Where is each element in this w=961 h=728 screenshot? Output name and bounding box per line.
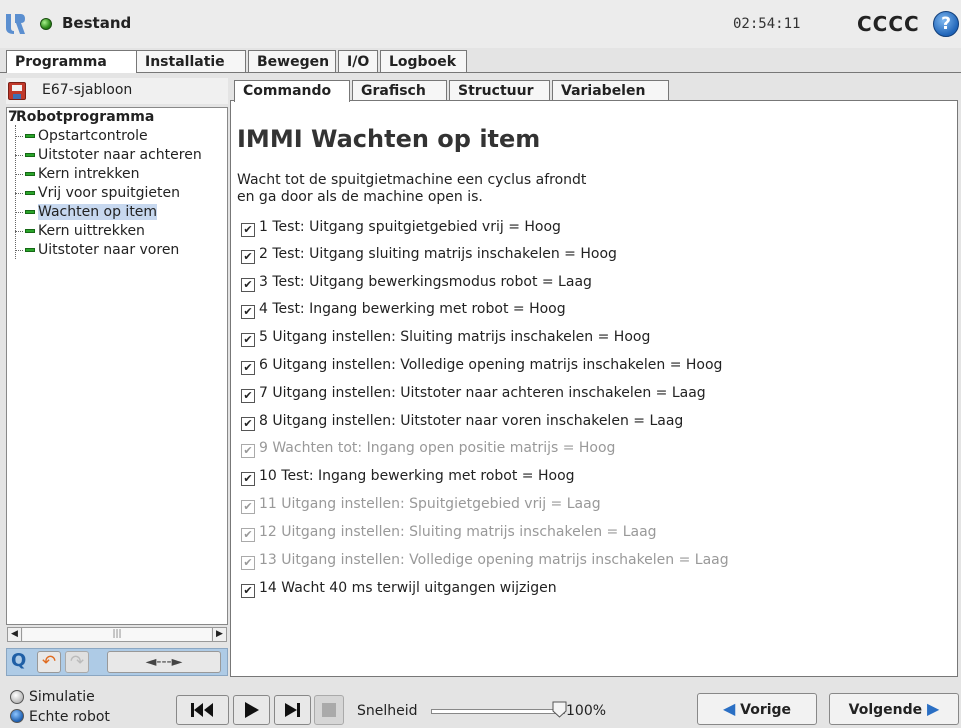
checkbox-checked-icon[interactable]: ✔ (241, 250, 255, 264)
command-row[interactable]: ✔ 14 Wacht 40 ms terwijl uitgangen wijzig… (241, 578, 557, 598)
skip-to-start-button[interactable] (176, 695, 229, 725)
simulation-radio[interactable] (10, 690, 24, 704)
command-row[interactable]: ✔ 6 Uitgang instellen: Volledige opening … (241, 355, 722, 375)
tree-item[interactable]: Uitstoter naar achteren (15, 146, 202, 165)
program-node-icon (25, 172, 35, 176)
checkbox-checked-icon[interactable]: ✔ (241, 333, 255, 347)
ur-logo-icon (6, 14, 25, 34)
tree-item[interactable]: Uitstoter naar voren (15, 241, 179, 260)
tree-horizontal-scrollbar[interactable]: ◀ ||| ▶ (7, 627, 227, 642)
robot-name: CCCC (857, 12, 920, 36)
tree-item[interactable]: Kern uittrekken (15, 222, 145, 241)
checkbox-checked-icon[interactable]: ✔ (241, 389, 255, 403)
speed-value: 100% (566, 703, 607, 719)
description-line: Wacht tot de spuitgietmachine een cyclus… (237, 172, 587, 188)
arrow-right-icon: ▶ (927, 699, 940, 718)
tab-programma[interactable]: Programma (6, 50, 137, 73)
command-row-disabled[interactable]: ✔ 9 Wachten tot: Ingang open positie matr… (241, 438, 615, 458)
program-tree: 7Robotprogramma Opstartcontrole Uitstote… (6, 107, 228, 625)
command-row[interactable]: ✔ 1 Test: Uitgang spuitgietgebied vrij = … (241, 217, 561, 237)
tree-root[interactable]: 7Robotprogramma (8, 109, 154, 125)
command-row-disabled[interactable]: ✔ 13 Uitgang instellen: Volledige opening… (241, 550, 729, 570)
undo-icon[interactable]: ↶ (37, 651, 61, 673)
command-row[interactable]: ✔ 2 Test: Uitgang sluiting matrijs inscha… (241, 244, 617, 264)
tab-logboek[interactable]: Logboek (380, 50, 467, 72)
checkbox-checked-icon[interactable]: ✔ (241, 305, 255, 319)
tree-toolbar: Q ↶ ↷ ◄---► (6, 648, 228, 676)
page-title: IMMI Wachten op item (237, 125, 541, 153)
stop-icon (322, 703, 336, 717)
tree-item-selected[interactable]: Wachten op item (15, 203, 158, 222)
checkbox-checked-icon[interactable]: ✔ (241, 500, 255, 514)
checkbox-checked-icon[interactable]: ✔ (241, 472, 255, 486)
tab-grafisch[interactable]: Grafisch (352, 80, 447, 101)
scroll-right-arrow-icon[interactable]: ▶ (212, 628, 226, 641)
command-row-disabled[interactable]: ✔ 12 Uitgang instellen: Sluiting matrijs … (241, 522, 657, 542)
checkbox-checked-icon[interactable]: ✔ (241, 584, 255, 598)
step-button[interactable] (274, 695, 311, 725)
program-node-icon (25, 248, 35, 252)
clock: 02:54:11 (733, 16, 801, 32)
program-node-icon (25, 229, 35, 233)
step-forward-icon (284, 703, 300, 717)
main-tabs-divider (0, 72, 961, 73)
checkbox-checked-icon[interactable]: ✔ (241, 528, 255, 542)
simulation-label: Simulatie (29, 689, 95, 705)
command-row[interactable]: ✔ 8 Uitgang instellen: Uitstoter naar vor… (241, 411, 683, 431)
description-line: en ga door als de machine open is. (237, 189, 483, 205)
command-row[interactable]: ✔ 4 Test: Ingang bewerking met robot = Ho… (241, 299, 566, 319)
checkbox-checked-icon[interactable]: ✔ (241, 444, 255, 458)
command-row[interactable]: ✔ 3 Test: Uitgang bewerkingsmodus robot =… (241, 272, 592, 292)
program-node-icon (25, 153, 35, 157)
tree-item[interactable]: Vrij voor spuitgieten (15, 184, 180, 203)
program-node-icon (25, 210, 35, 214)
stop-button[interactable] (314, 695, 344, 725)
help-button[interactable]: ? (933, 11, 959, 37)
command-row[interactable]: ✔ 10 Test: Ingang bewerking met robot = H… (241, 466, 575, 486)
program-node-icon (25, 191, 35, 195)
checkbox-checked-icon[interactable]: ✔ (241, 556, 255, 570)
tree-item[interactable]: Opstartcontrole (15, 127, 148, 146)
play-icon (244, 702, 259, 718)
search-icon[interactable]: Q (11, 651, 33, 673)
previous-button[interactable]: ◀ Vorige (697, 693, 817, 725)
program-node-icon (25, 134, 35, 138)
floppy-disk-icon[interactable] (8, 82, 26, 100)
checkbox-checked-icon[interactable]: ✔ (241, 278, 255, 292)
tree-root-prefix: 7 (8, 109, 18, 125)
real-robot-label: Echte robot (29, 709, 110, 725)
file-menu[interactable]: Bestand (62, 14, 131, 32)
speed-slider-track[interactable] (431, 709, 565, 714)
move-node-button[interactable]: ◄---► (107, 651, 221, 673)
skip-back-icon (190, 703, 213, 717)
arrow-left-icon: ◀ (722, 699, 736, 718)
command-row-disabled[interactable]: ✔ 11 Uitgang instellen: Spuitgietgebied v… (241, 494, 601, 514)
checkbox-checked-icon[interactable]: ✔ (241, 417, 255, 431)
play-button[interactable] (233, 695, 270, 725)
checkbox-checked-icon[interactable]: ✔ (241, 223, 255, 237)
tree-root-label: Robotprogramma (16, 109, 155, 125)
command-row[interactable]: ✔ 5 Uitgang instellen: Sluiting matrijs i… (241, 327, 650, 347)
tab-commando[interactable]: Commando (234, 80, 350, 102)
real-robot-radio[interactable] (10, 709, 24, 723)
tab-structuur[interactable]: Structuur (449, 80, 550, 101)
speed-slider-handle-icon[interactable] (552, 701, 567, 718)
tab-installatie[interactable]: Installatie (136, 50, 246, 72)
tab-variabelen[interactable]: Variabelen (552, 80, 669, 101)
program-name: E67-sjabloon (42, 82, 133, 98)
top-bar (0, 0, 961, 48)
next-button[interactable]: Volgende ▶ (829, 693, 959, 725)
scroll-left-arrow-icon[interactable]: ◀ (8, 628, 22, 641)
tab-io[interactable]: I/O (338, 50, 378, 72)
tab-bewegen[interactable]: Bewegen (248, 50, 336, 72)
checkbox-checked-icon[interactable]: ✔ (241, 361, 255, 375)
speed-label: Snelheid (357, 703, 418, 719)
command-row[interactable]: ✔ 7 Uitgang instellen: Uitstoter naar ach… (241, 383, 706, 403)
scroll-thumb[interactable]: ||| (23, 628, 211, 641)
tree-item[interactable]: Kern intrekken (15, 165, 139, 184)
status-indicator-icon (40, 18, 52, 30)
redo-icon[interactable]: ↷ (65, 651, 89, 673)
